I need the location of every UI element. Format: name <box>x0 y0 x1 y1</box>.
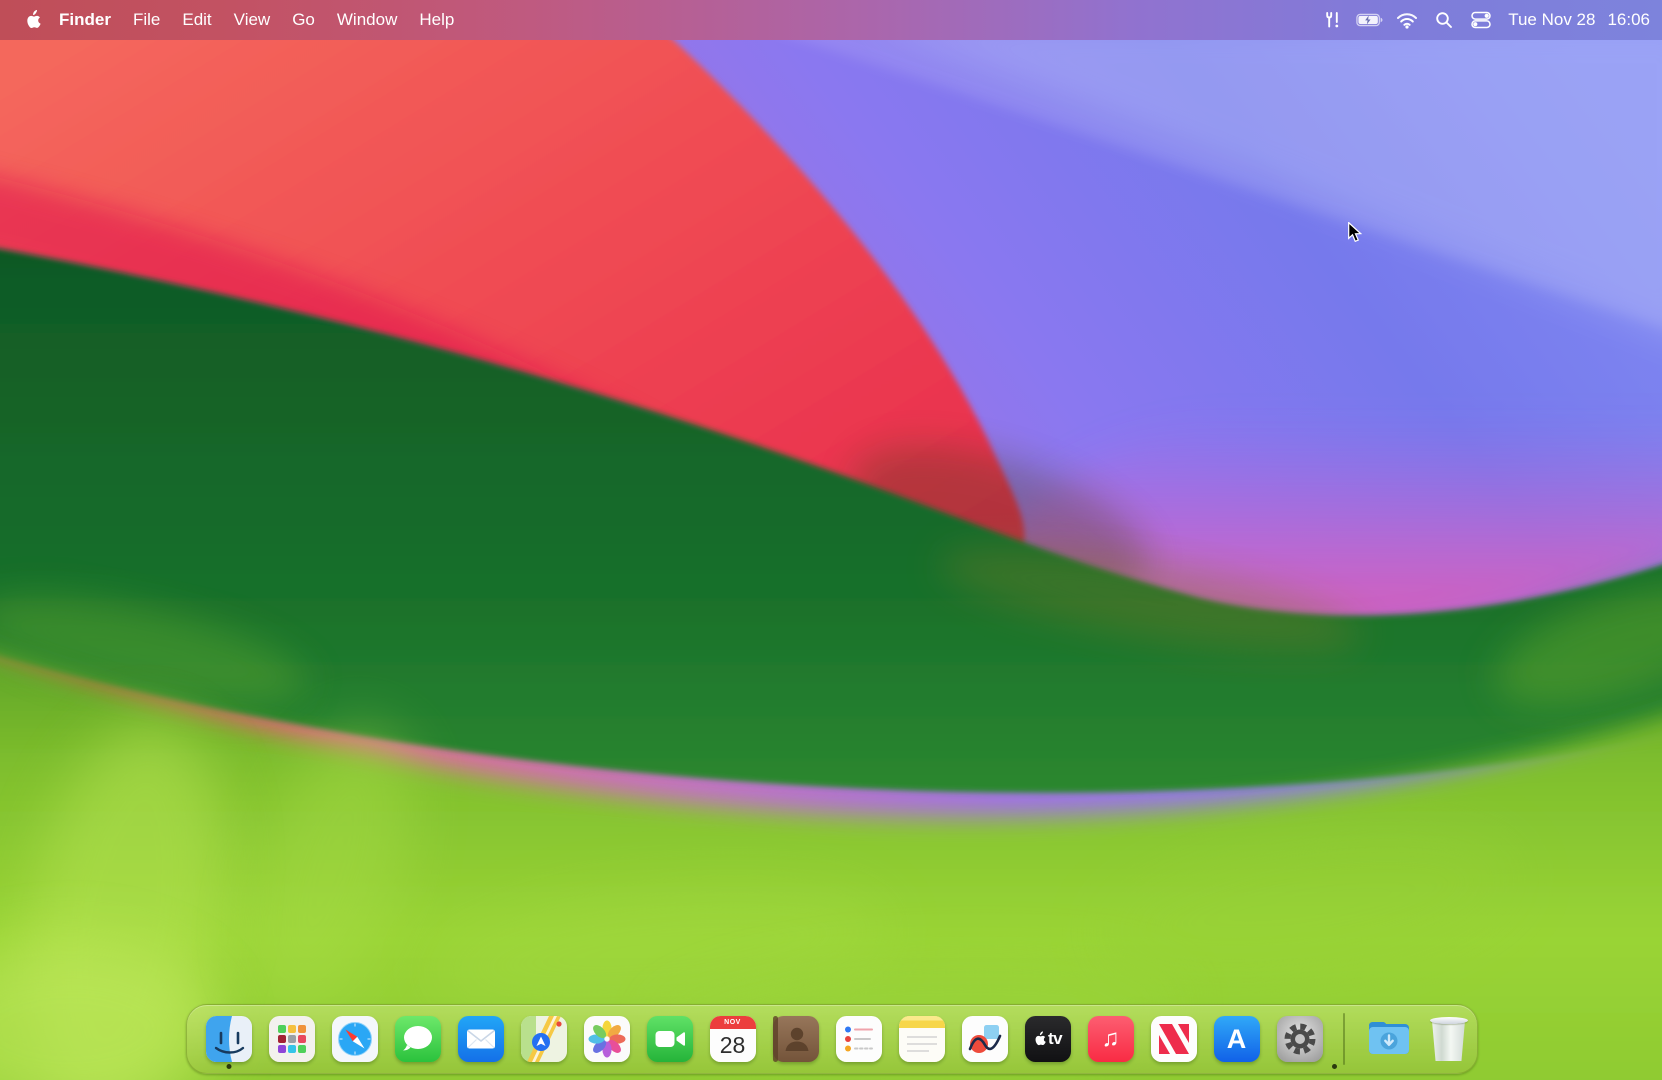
dock-divider <box>1343 1013 1345 1065</box>
reminders-icon <box>835 1016 882 1062</box>
finder-running-indicator <box>226 1064 231 1069</box>
dock-item-apple-tv[interactable]: tv <box>1024 1016 1071 1062</box>
dock-item-news[interactable] <box>1150 1016 1197 1062</box>
control-center-icon[interactable] <box>1467 0 1495 40</box>
dock-item-calendar[interactable]: NOV 28 <box>709 1016 756 1062</box>
dock-item-music[interactable]: ♫ <box>1087 1016 1134 1062</box>
dock-item-launchpad[interactable] <box>268 1016 315 1062</box>
menu-bar-clock[interactable]: Tue Nov 28 16:06 <box>1504 10 1650 30</box>
safari-icon <box>331 1016 378 1062</box>
menu-item-finder[interactable]: Finder <box>48 0 122 40</box>
wallpaper-sonoma <box>0 0 1662 1080</box>
finder-icon <box>205 1016 252 1062</box>
dock-item-safari[interactable] <box>331 1016 378 1062</box>
battery-charging-icon[interactable] <box>1356 0 1384 40</box>
dock-item-photos[interactable] <box>583 1016 630 1062</box>
wifi-icon[interactable] <box>1393 0 1421 40</box>
menu-item-edit[interactable]: Edit <box>171 0 222 40</box>
menu-item-view[interactable]: View <box>223 0 282 40</box>
dock-item-notes[interactable] <box>898 1016 945 1062</box>
news-icon <box>1150 1016 1197 1062</box>
photos-icon <box>583 1016 630 1062</box>
contacts-icon <box>772 1016 819 1062</box>
menu-item-window[interactable]: Window <box>326 0 408 40</box>
calendar-month: NOV <box>709 1016 756 1029</box>
dock-item-freeform[interactable] <box>961 1016 1008 1062</box>
menu-item-help[interactable]: Help <box>408 0 465 40</box>
search-icon[interactable] <box>1430 0 1458 40</box>
menu-item-go[interactable]: Go <box>281 0 326 40</box>
system-settings-icon <box>1276 1016 1323 1062</box>
downloads-folder-icon <box>1368 1022 1409 1054</box>
apple-menu[interactable] <box>20 0 48 40</box>
freeform-icon <box>961 1016 1008 1062</box>
apple-tv-label: tv <box>1047 1029 1063 1048</box>
apple-logo-small-icon <box>1035 1031 1046 1046</box>
dock-item-downloads[interactable] <box>1366 1016 1412 1062</box>
messages-icon <box>394 1016 441 1062</box>
calendar-icon: NOV 28 <box>709 1016 756 1062</box>
dock-item-system-settings[interactable] <box>1276 1016 1337 1069</box>
trash-icon <box>1429 1016 1469 1062</box>
music-note-glyph: ♫ <box>1101 1025 1120 1052</box>
launchpad-icon <box>268 1016 315 1062</box>
menu-bar: Finder File Edit View Go Window Help Tue… <box>0 0 1662 40</box>
dock: NOV 28 tv ♫ A <box>186 1004 1478 1074</box>
dock-item-contacts[interactable] <box>772 1016 819 1062</box>
clock-time: 16:06 <box>1607 10 1650 29</box>
apple-logo-icon <box>26 10 41 29</box>
dock-item-facetime[interactable] <box>646 1016 693 1062</box>
dock-item-trash[interactable] <box>1429 1016 1469 1062</box>
dock-item-maps[interactable] <box>520 1016 567 1062</box>
dock-item-reminders[interactable] <box>835 1016 882 1062</box>
dock-item-messages[interactable] <box>394 1016 441 1062</box>
notes-icon <box>898 1016 945 1062</box>
mail-icon <box>457 1016 504 1062</box>
apple-tv-icon: tv <box>1024 1016 1071 1062</box>
clock-date: Tue Nov 28 <box>1508 10 1596 29</box>
desktop: Finder File Edit View Go Window Help Tue… <box>0 0 1662 1080</box>
calendar-day: 28 <box>719 1032 746 1058</box>
mouse-cursor <box>1348 221 1363 248</box>
tools-icon[interactable] <box>1319 0 1347 40</box>
system-settings-running-indicator <box>1331 1064 1337 1069</box>
facetime-icon <box>646 1016 693 1062</box>
app-store-icon: A <box>1213 1016 1260 1062</box>
dock-item-finder[interactable] <box>205 1016 252 1069</box>
maps-icon <box>520 1016 567 1062</box>
dock-item-mail[interactable] <box>457 1016 504 1062</box>
music-icon: ♫ <box>1087 1016 1134 1062</box>
app-store-letter: A <box>1226 1023 1247 1054</box>
dock-item-app-store[interactable]: A <box>1213 1016 1260 1062</box>
menu-item-file[interactable]: File <box>122 0 171 40</box>
